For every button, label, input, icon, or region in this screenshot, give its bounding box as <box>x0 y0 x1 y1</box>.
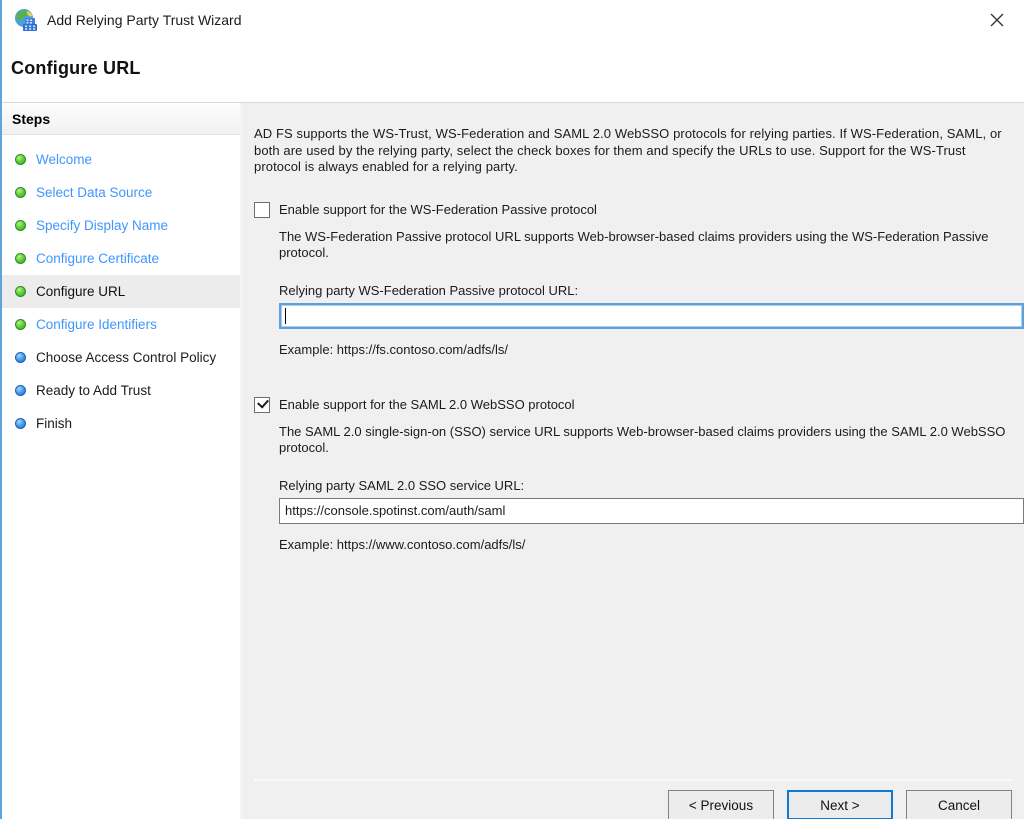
step-bullet-icon <box>15 253 26 264</box>
window-title: Add Relying Party Trust Wizard <box>47 12 242 28</box>
wsfed-checkbox[interactable] <box>254 202 270 218</box>
text-caret <box>285 308 286 324</box>
step-label: Finish <box>36 415 72 432</box>
steps-header: Steps <box>2 103 240 135</box>
title-bar: Add Relying Party Trust Wizard <box>2 0 1024 40</box>
sidebar-item-welcome: Welcome <box>2 143 240 176</box>
step-bullet-icon <box>15 187 26 198</box>
wsfed-example: Example: https://fs.contoso.com/adfs/ls/ <box>279 342 1013 357</box>
step-label: Configure Certificate <box>36 250 159 267</box>
sidebar-item-ready-to-add-trust: Ready to Add Trust <box>2 374 240 407</box>
footer-button-bar: < Previous Next > Cancel <box>254 779 1013 819</box>
step-label: Configure Identifiers <box>36 316 157 333</box>
sidebar-item-select-data-source: Select Data Source <box>2 176 240 209</box>
wizard-window: Add Relying Party Trust Wizard Configure… <box>0 0 1024 819</box>
saml-checkbox[interactable] <box>254 397 270 413</box>
step-label: Choose Access Control Policy <box>36 349 216 366</box>
adfs-app-icon <box>14 8 38 32</box>
wsfed-url-label: Relying party WS-Federation Passive prot… <box>279 283 1013 298</box>
next-button[interactable]: Next > <box>787 790 893 819</box>
wsfed-checkbox-row[interactable]: Enable support for the WS-Federation Pas… <box>254 202 1013 218</box>
wsfed-url-input-wrap <box>279 303 1013 329</box>
step-bullet-icon <box>15 286 26 297</box>
step-bullet-icon <box>15 220 26 231</box>
step-label: Select Data Source <box>36 184 152 201</box>
wsfed-checkbox-label: Enable support for the WS-Federation Pas… <box>279 202 597 217</box>
sidebar-item-choose-access-control-policy: Choose Access Control Policy <box>2 341 240 374</box>
close-icon[interactable] <box>980 5 1014 35</box>
sidebar-item-configure-identifiers: Configure Identifiers <box>2 308 240 341</box>
wsfed-description: The WS-Federation Passive protocol URL s… <box>279 229 1009 262</box>
step-label: Configure URL <box>36 283 125 300</box>
main-panel: AD FS supports the WS-Trust, WS-Federati… <box>242 103 1024 819</box>
step-bullet-icon <box>15 154 26 165</box>
saml-checkbox-label: Enable support for the SAML 2.0 WebSSO p… <box>279 397 575 412</box>
step-label: Specify Display Name <box>36 217 168 234</box>
saml-url-input-wrap <box>279 498 1013 524</box>
step-bullet-icon <box>15 418 26 429</box>
sidebar-item-finish: Finish <box>2 407 240 440</box>
saml-description: The SAML 2.0 single-sign-on (SSO) servic… <box>279 424 1009 457</box>
wsfed-url-input[interactable] <box>279 303 1024 329</box>
heading-row: Configure URL <box>2 40 1024 103</box>
saml-example: Example: https://www.contoso.com/adfs/ls… <box>279 537 1013 552</box>
previous-button[interactable]: < Previous <box>668 790 774 819</box>
step-bullet-icon <box>15 385 26 396</box>
sidebar-item-configure-certificate: Configure Certificate <box>2 242 240 275</box>
spacer <box>254 552 1013 780</box>
intro-text: AD FS supports the WS-Trust, WS-Federati… <box>254 126 1013 176</box>
sidebar-item-specify-display-name: Specify Display Name <box>2 209 240 242</box>
step-label: Ready to Add Trust <box>36 382 151 399</box>
cancel-button[interactable]: Cancel <box>906 790 1012 819</box>
steps-sidebar: Steps Welcome Select Data Source Specify D… <box>2 103 242 819</box>
step-label: Welcome <box>36 151 92 168</box>
steps-list: Welcome Select Data Source Specify Display… <box>2 135 240 440</box>
step-bullet-icon <box>15 352 26 363</box>
saml-url-label: Relying party SAML 2.0 SSO service URL: <box>279 478 1013 493</box>
saml-url-input[interactable] <box>279 498 1024 524</box>
step-bullet-icon <box>15 319 26 330</box>
saml-checkbox-row[interactable]: Enable support for the SAML 2.0 WebSSO p… <box>254 397 1013 413</box>
page-title: Configure URL <box>11 58 141 79</box>
sidebar-item-configure-url: Configure URL <box>2 275 240 308</box>
